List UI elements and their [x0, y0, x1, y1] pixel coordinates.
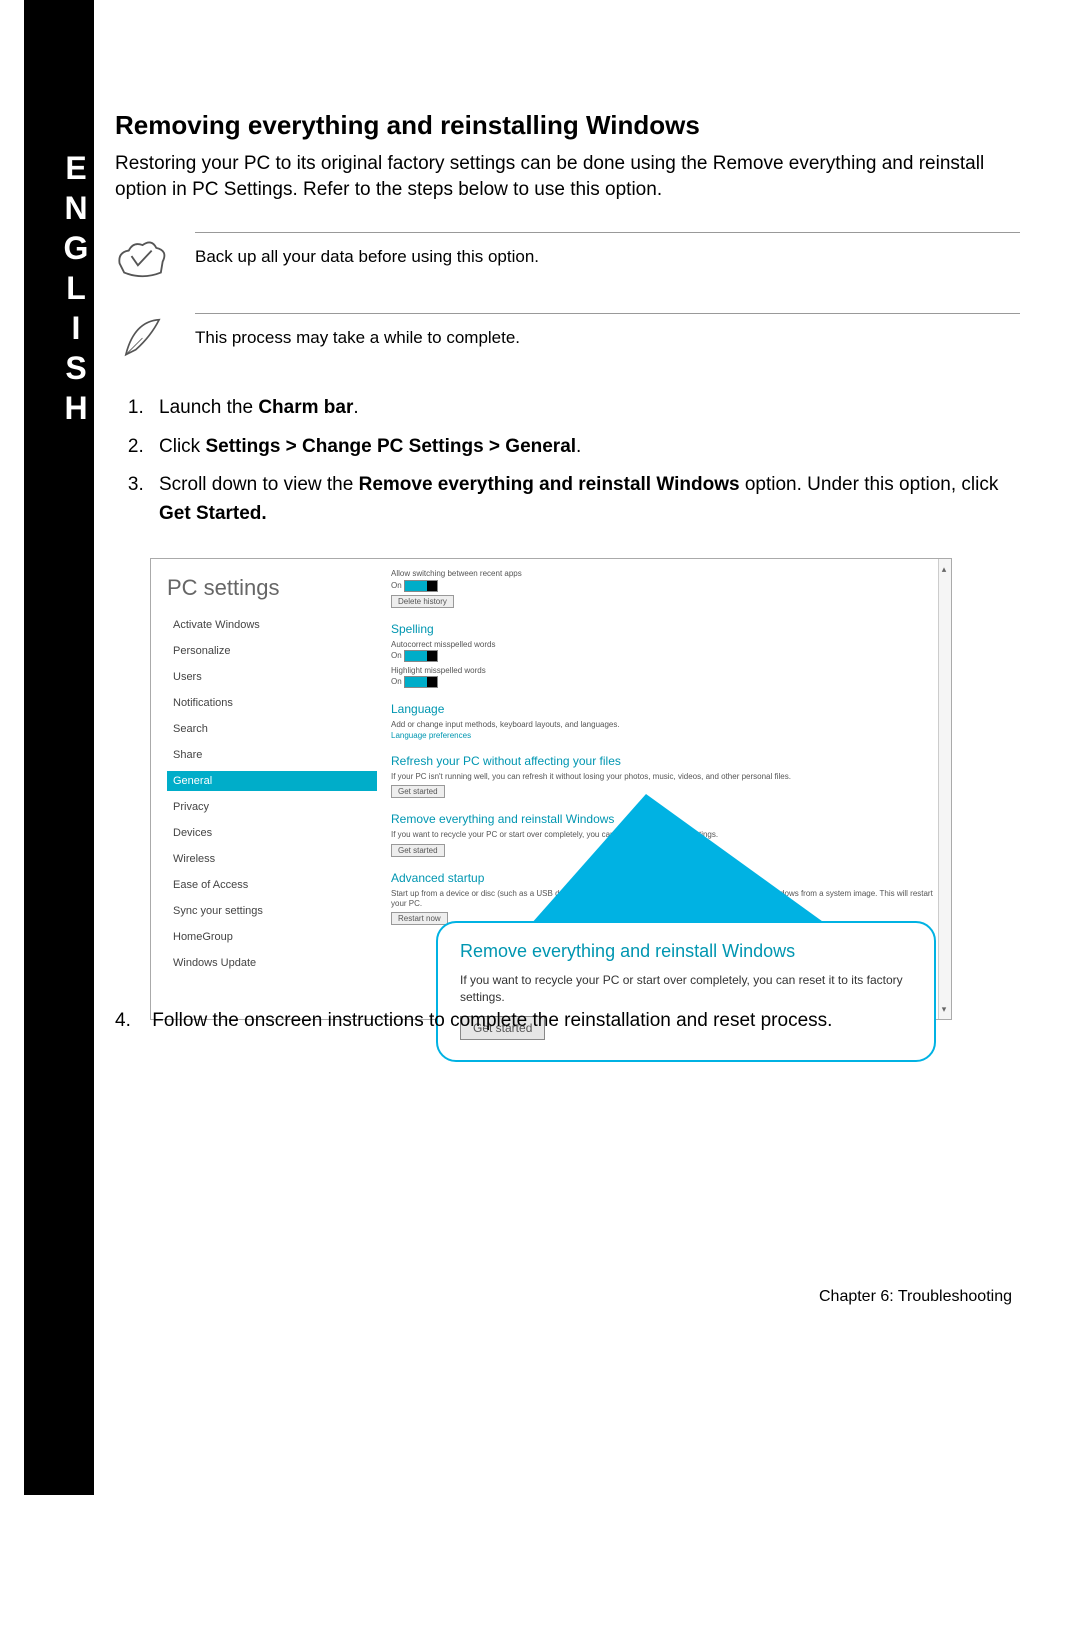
- spelling-header: Spelling: [391, 622, 937, 636]
- pc-settings-nav: Activate Windows Personalize Users Notif…: [167, 615, 377, 973]
- steps-list: Launch the Charm bar. Click Settings > C…: [115, 394, 1020, 528]
- pc-settings-title: PC settings: [167, 575, 377, 601]
- language-label: ENGLISH: [24, 150, 94, 430]
- remove-desc: If you want to recycle your PC or start …: [391, 830, 937, 840]
- refresh-desc: If your PC isn't running well, you can r…: [391, 772, 937, 782]
- step-1: Launch the Charm bar.: [149, 394, 1020, 423]
- nav-sync-your-settings[interactable]: Sync your settings: [167, 901, 377, 921]
- chapter-label: Chapter 6: Troubleshooting: [819, 1288, 1012, 1306]
- page-number: 62: [68, 1288, 86, 1306]
- nav-windows-update[interactable]: Windows Update: [167, 953, 377, 973]
- refresh-header: Refresh your PC without affecting your f…: [391, 754, 937, 768]
- note-backup-text: Back up all your data before using this …: [195, 232, 1020, 267]
- note-feather-icon: [115, 313, 195, 368]
- scroll-up-icon[interactable]: ▴: [940, 565, 948, 573]
- app-switching-label: Allow switching between recent apps: [391, 569, 937, 579]
- advanced-startup-desc: Start up from a device or disc (such as …: [391, 889, 937, 910]
- nav-general[interactable]: General: [167, 771, 377, 791]
- callout-box: Remove everything and reinstall Windows …: [436, 921, 936, 1062]
- language-header: Language: [391, 702, 937, 716]
- nav-ease-of-access[interactable]: Ease of Access: [167, 875, 377, 895]
- note-time-text: This process may take a while to complet…: [195, 313, 1020, 348]
- nav-privacy[interactable]: Privacy: [167, 797, 377, 817]
- step-3: Scroll down to view the Remove everythin…: [149, 471, 1020, 528]
- remove-header: Remove everything and reinstall Windows: [391, 812, 937, 826]
- nav-devices[interactable]: Devices: [167, 823, 377, 843]
- toggle-autocorrect[interactable]: [404, 650, 438, 662]
- nav-activate-windows[interactable]: Activate Windows: [167, 615, 377, 635]
- callout-title: Remove everything and reinstall Windows: [460, 941, 912, 962]
- intro-paragraph: Restoring your PC to its original factor…: [115, 151, 1020, 202]
- refresh-get-started-button[interactable]: Get started: [391, 785, 445, 798]
- autocorrect-label: Autocorrect misspelled words: [391, 640, 937, 650]
- callout-body: If you want to recycle your PC or start …: [460, 972, 912, 1006]
- nav-users[interactable]: Users: [167, 667, 377, 687]
- step-4-text: Follow the onscreen instructions to comp…: [152, 1010, 832, 1031]
- nav-share[interactable]: Share: [167, 745, 377, 765]
- on-label-3: On: [391, 678, 402, 687]
- on-label-2: On: [391, 651, 402, 660]
- step-4: 4. Follow the onscreen instructions to c…: [115, 1010, 1020, 1032]
- language-desc: Add or change input methods, keyboard la…: [391, 720, 937, 730]
- nav-homegroup[interactable]: HomeGroup: [167, 927, 377, 947]
- nav-notifications[interactable]: Notifications: [167, 693, 377, 713]
- language-preferences-link[interactable]: Language preferences: [391, 731, 937, 740]
- on-label-1: On: [391, 581, 402, 590]
- step-2: Click Settings > Change PC Settings > Ge…: [149, 433, 1020, 462]
- advanced-startup-header: Advanced startup: [391, 871, 937, 885]
- toggle-app-switching[interactable]: [404, 580, 438, 592]
- scrollbar[interactable]: ▴ ▾: [938, 559, 951, 1019]
- toggle-highlight[interactable]: [404, 676, 438, 688]
- highlight-label: Highlight misspelled words: [391, 666, 937, 676]
- step-4-number: 4.: [115, 1010, 147, 1032]
- pc-settings-screenshot: PC settings Activate Windows Personalize…: [150, 558, 952, 1020]
- remove-get-started-button[interactable]: Get started: [391, 844, 445, 857]
- nav-search[interactable]: Search: [167, 719, 377, 739]
- note-hand-icon: [115, 232, 195, 287]
- restart-now-button[interactable]: Restart now: [391, 912, 448, 925]
- delete-history-button[interactable]: Delete history: [391, 595, 454, 608]
- nav-personalize[interactable]: Personalize: [167, 641, 377, 661]
- section-title: Removing everything and reinstalling Win…: [115, 110, 1020, 141]
- nav-wireless[interactable]: Wireless: [167, 849, 377, 869]
